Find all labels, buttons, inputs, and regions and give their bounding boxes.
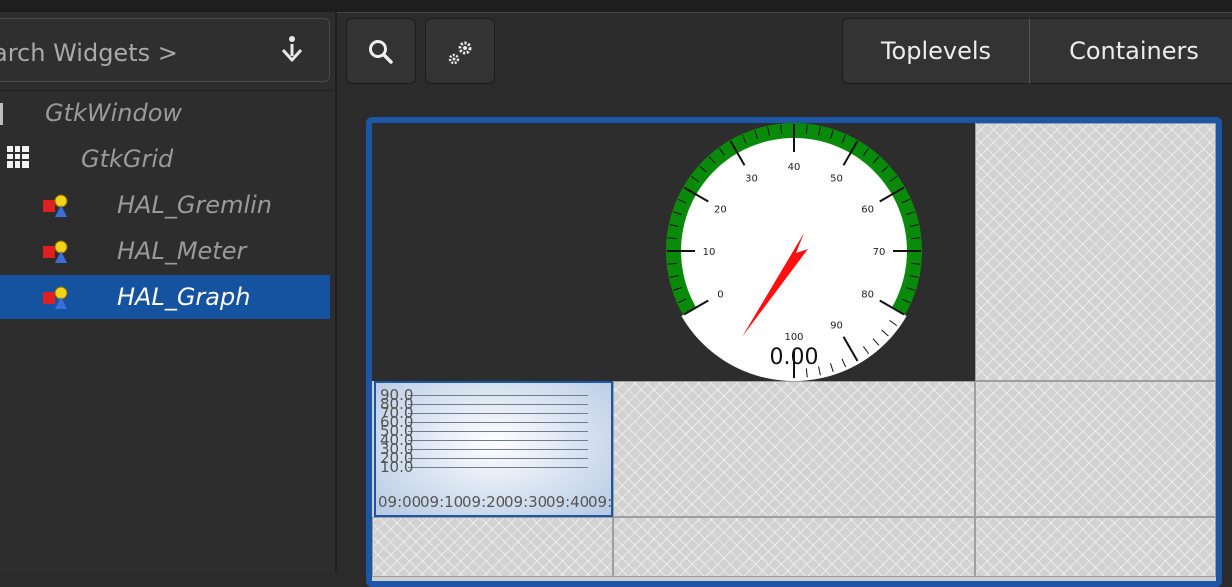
tree-item-gtkwindow[interactable]: GtkWindow bbox=[0, 91, 330, 135]
meter-tick-label: 40 bbox=[788, 162, 801, 173]
window-icon bbox=[0, 103, 3, 125]
graph-grid-line bbox=[408, 413, 588, 414]
graph-grid-line bbox=[408, 404, 588, 405]
meter-tick-label: 70 bbox=[873, 247, 886, 258]
search-button[interactable] bbox=[346, 18, 416, 84]
search-widgets-field[interactable]: arch Widgets > bbox=[0, 18, 330, 82]
meter-tick-label: 100 bbox=[784, 332, 803, 343]
graph-x-tick-label: 09:30 bbox=[504, 493, 548, 511]
graph-grid-line bbox=[408, 449, 588, 450]
graph-grid-line bbox=[408, 467, 588, 468]
meter-value: 0.00 bbox=[770, 345, 819, 370]
meter-tick-label: 60 bbox=[861, 205, 874, 216]
graph-x-tick-label: 09:00 bbox=[378, 493, 422, 511]
hal-graph-widget[interactable]: 90.0 80.0 70.0 60.0 50.0 40.0 30.0 20.0 10.0 09:0… bbox=[374, 381, 613, 517]
tree-item-label: HAL_Meter bbox=[117, 237, 247, 265]
graph-grid-line bbox=[408, 458, 588, 459]
tree-item-label: HAL_Graph bbox=[117, 283, 251, 311]
graph-x-tick-label: 09:10 bbox=[420, 493, 464, 511]
grid-icon bbox=[7, 146, 29, 172]
meter-tick-label: 10 bbox=[703, 247, 716, 258]
tab-toplevels-label: Toplevels bbox=[880, 37, 992, 65]
gears-icon bbox=[445, 37, 477, 73]
hal-widget-icon bbox=[43, 240, 71, 264]
graph-grid-line bbox=[408, 422, 588, 423]
hal-meter-widget[interactable]: 0 10 20 30 40 50 60 70 80 90 100 0.00 bbox=[372, 123, 975, 381]
meter-tick-label: 50 bbox=[830, 173, 843, 184]
search-icon bbox=[367, 38, 395, 70]
tree-item-hal-meter[interactable]: HAL_Meter bbox=[0, 229, 330, 273]
grid-placeholder[interactable] bbox=[613, 517, 975, 577]
tree-item-label: GtkWindow bbox=[45, 99, 183, 127]
tab-containers[interactable]: Containers bbox=[1029, 18, 1232, 84]
graph-grid-line bbox=[408, 395, 588, 396]
tab-toplevels[interactable]: Toplevels bbox=[842, 18, 1030, 84]
grid-placeholder[interactable] bbox=[975, 123, 1216, 381]
tree-item-hal-graph[interactable]: HAL_Graph bbox=[0, 275, 330, 319]
graph-grid-line bbox=[408, 431, 588, 432]
grid-placeholder[interactable] bbox=[975, 381, 1216, 517]
preferences-button[interactable] bbox=[425, 18, 495, 84]
grid-placeholder[interactable] bbox=[372, 517, 613, 577]
graph-x-tick-label: 09:40 bbox=[546, 493, 590, 511]
tree-item-hal-gremlin[interactable]: HAL_Gremlin bbox=[0, 183, 330, 227]
tab-containers-label: Containers bbox=[1069, 37, 1199, 65]
graph-x-tick-label: 09:20 bbox=[462, 493, 506, 511]
meter-gauge: 0 10 20 30 40 50 60 70 80 90 100 0.00 bbox=[666, 123, 922, 381]
graph-grid-line bbox=[408, 440, 588, 441]
hal-widget-icon bbox=[43, 286, 71, 310]
grid-placeholder[interactable] bbox=[975, 517, 1216, 577]
meter-tick-label: 0 bbox=[717, 290, 723, 301]
tree-item-label: GtkGrid bbox=[81, 145, 174, 173]
hal-widget-icon bbox=[43, 194, 71, 218]
tree-item-gtkgrid[interactable]: GtkGrid bbox=[0, 137, 330, 181]
meter-tick-label: 80 bbox=[861, 290, 874, 301]
graph-y-tick-label: 10.0 bbox=[380, 458, 414, 476]
search-widgets-placeholder: arch Widgets > bbox=[0, 39, 178, 67]
meter-tick-label: 20 bbox=[714, 205, 727, 216]
meter-tick-label: 90 bbox=[830, 321, 843, 332]
expand-arrow-icon[interactable] bbox=[275, 35, 309, 67]
meter-tick-label: 30 bbox=[745, 173, 758, 184]
tree-item-label: HAL_Gremlin bbox=[117, 191, 272, 219]
grid-placeholder[interactable] bbox=[613, 381, 975, 517]
graph-x-tick-label: 09:5 bbox=[588, 493, 613, 511]
